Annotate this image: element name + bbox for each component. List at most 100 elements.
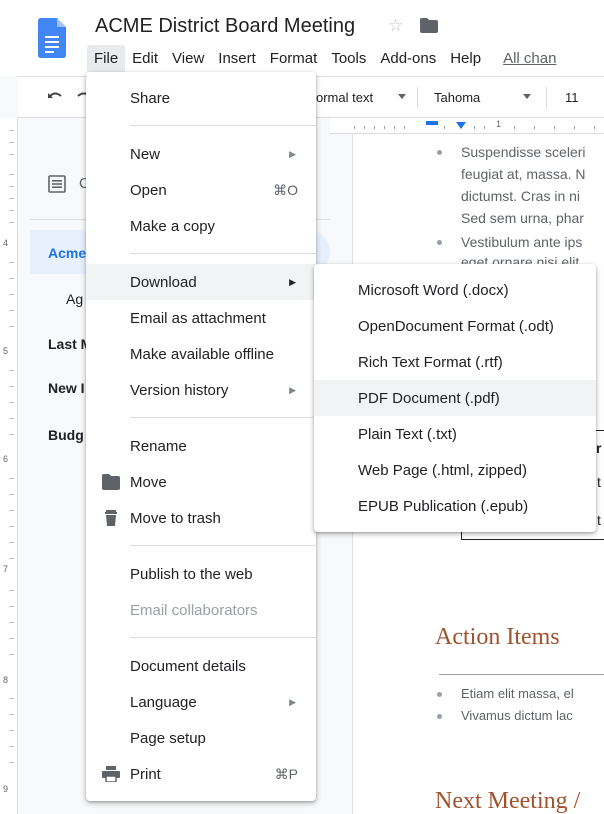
- outline-icon[interactable]: [48, 175, 66, 193]
- table-cell-text: t: [597, 474, 601, 490]
- file-menu: Share New ▶ Open ⌘O Make a copy Download ▶ …: [86, 72, 316, 801]
- menu-item-label: Print: [130, 765, 161, 783]
- outline-item-new[interactable]: New I: [48, 380, 85, 396]
- menu-item-move[interactable]: Move: [86, 464, 316, 500]
- menu-item-label: Version history: [130, 381, 229, 399]
- heading-next-meeting: Next Meeting /: [435, 788, 581, 814]
- menu-item-share[interactable]: Share: [86, 80, 316, 116]
- ruler-number: 5: [3, 346, 9, 356]
- download-option-txt[interactable]: Plain Text (.txt): [314, 416, 596, 452]
- menu-item-email-attachment[interactable]: Email as attachment: [86, 300, 316, 336]
- paragraph-style-select[interactable]: ormal text: [316, 90, 373, 105]
- star-icon[interactable]: ☆: [388, 16, 403, 36]
- folder-icon[interactable]: [420, 18, 438, 33]
- menu-item-rename[interactable]: Rename: [86, 428, 316, 464]
- chevron-down-icon[interactable]: [523, 94, 531, 99]
- download-option-epub[interactable]: EPUB Publication (.epub): [314, 488, 596, 524]
- undo-icon[interactable]: [45, 88, 65, 108]
- menu-separator: [130, 637, 316, 638]
- shortcut-label: ⌘P: [274, 765, 298, 782]
- menu-addons[interactable]: Add-ons: [373, 45, 443, 72]
- menu-item-make-copy[interactable]: Make a copy: [86, 208, 316, 244]
- menu-item-label: New: [130, 145, 161, 163]
- menu-item-label: Publish to the web: [130, 565, 253, 583]
- heading-action-items: Action Items: [435, 624, 560, 650]
- ruler-number: 1: [496, 119, 502, 129]
- download-option-odt[interactable]: OpenDocument Format (.odt): [314, 308, 596, 344]
- menu-item-make-offline[interactable]: Make available offline: [86, 336, 316, 372]
- menu-item-publish-web[interactable]: Publish to the web: [86, 556, 316, 592]
- menu-item-version-history[interactable]: Version history ▶: [86, 372, 316, 408]
- menu-item-label: Share: [130, 89, 171, 107]
- menu-item-label: Email collaborators: [130, 601, 258, 619]
- menu-edit[interactable]: Edit: [125, 45, 165, 72]
- menu-item-new[interactable]: New ▶: [86, 136, 316, 172]
- menu-separator: [130, 545, 316, 546]
- menu-item-label: Page setup: [130, 729, 206, 747]
- menu-separator: [130, 253, 316, 254]
- docs-icon[interactable]: [38, 18, 66, 58]
- menu-item-print[interactable]: Print ⌘P: [86, 756, 316, 792]
- table-cell-text: r: [596, 440, 602, 456]
- menu-item-move-to-trash[interactable]: Move to trash: [86, 500, 316, 536]
- vertical-ruler: 4 5 6 7 8 9: [0, 118, 18, 814]
- body-text: Vestibulum ante ips: [461, 234, 583, 250]
- submenu-arrow-icon: ▶: [289, 696, 296, 707]
- font-size-input[interactable]: 11: [565, 90, 579, 105]
- table-cell-text: t: [597, 512, 601, 528]
- menu-item-document-details[interactable]: Document details: [86, 648, 316, 684]
- ruler-number: 6: [3, 454, 9, 464]
- menu-item-label: Download: [130, 273, 197, 291]
- menu-tools[interactable]: Tools: [324, 45, 373, 72]
- menu-item-label: Move: [130, 473, 167, 491]
- ruler-number: 8: [3, 675, 9, 685]
- menu-item-label: Make available offline: [130, 345, 274, 363]
- menu-item-label: Language: [130, 693, 197, 711]
- download-option-docx[interactable]: Microsoft Word (.docx): [314, 272, 596, 308]
- ruler-number: 9: [3, 784, 9, 794]
- body-text: Vivamus dictum lac: [461, 708, 573, 723]
- outline-item-acme[interactable]: Acme: [48, 245, 86, 261]
- bullet: [437, 692, 442, 697]
- menu-item-label: Open: [130, 181, 167, 199]
- menu-item-label: Move to trash: [130, 509, 221, 527]
- download-submenu: Microsoft Word (.docx) OpenDocument Form…: [314, 264, 596, 532]
- menu-item-email-collaborators: Email collaborators: [86, 592, 316, 628]
- outline-item-budget[interactable]: Budg: [48, 427, 84, 443]
- menu-item-language[interactable]: Language ▶: [86, 684, 316, 720]
- download-option-rtf[interactable]: Rich Text Format (.rtf): [314, 344, 596, 380]
- all-changes-saved-link[interactable]: All chan: [496, 45, 563, 72]
- left-indent-marker[interactable]: [456, 122, 466, 129]
- menu-bar: File Edit View Insert Format Tools Add-o…: [87, 44, 563, 72]
- ruler-number: 4: [3, 238, 9, 248]
- submenu-arrow-icon: ▶: [289, 276, 296, 287]
- menu-help[interactable]: Help: [443, 45, 488, 72]
- font-family-select[interactable]: Tahoma: [434, 90, 480, 105]
- menu-file[interactable]: File: [87, 44, 126, 72]
- download-option-html[interactable]: Web Page (.html, zipped): [314, 452, 596, 488]
- menu-item-open[interactable]: Open ⌘O: [86, 172, 316, 208]
- bullet: [437, 150, 442, 155]
- chevron-down-icon[interactable]: [398, 94, 406, 99]
- first-line-indent-marker[interactable]: [426, 121, 438, 125]
- menu-item-page-setup[interactable]: Page setup: [86, 720, 316, 756]
- toolbar-separator: [546, 87, 547, 109]
- toolbar-separator: [417, 87, 418, 109]
- ruler-number: 7: [3, 564, 9, 574]
- shortcut-label: ⌘O: [273, 181, 298, 198]
- body-text: Suspendisse sceleri: [461, 144, 586, 160]
- menu-view[interactable]: View: [165, 45, 211, 72]
- menu-insert[interactable]: Insert: [211, 45, 263, 72]
- document-title[interactable]: ACME District Board Meeting: [95, 15, 355, 38]
- body-text: dictumst. Cras in ni: [461, 188, 581, 204]
- menu-item-download[interactable]: Download ▶: [86, 264, 316, 300]
- body-text: Etiam elit massa, el: [461, 686, 574, 701]
- submenu-arrow-icon: ▶: [289, 384, 296, 395]
- menu-item-label: Make a copy: [130, 217, 216, 235]
- menu-item-label: Email as attachment: [130, 309, 266, 327]
- outline-item-agenda[interactable]: Ag: [66, 291, 83, 307]
- submenu-arrow-icon: ▶: [289, 148, 296, 159]
- trash-icon: [105, 510, 117, 526]
- download-option-pdf[interactable]: PDF Document (.pdf): [314, 380, 596, 416]
- menu-format[interactable]: Format: [263, 45, 325, 72]
